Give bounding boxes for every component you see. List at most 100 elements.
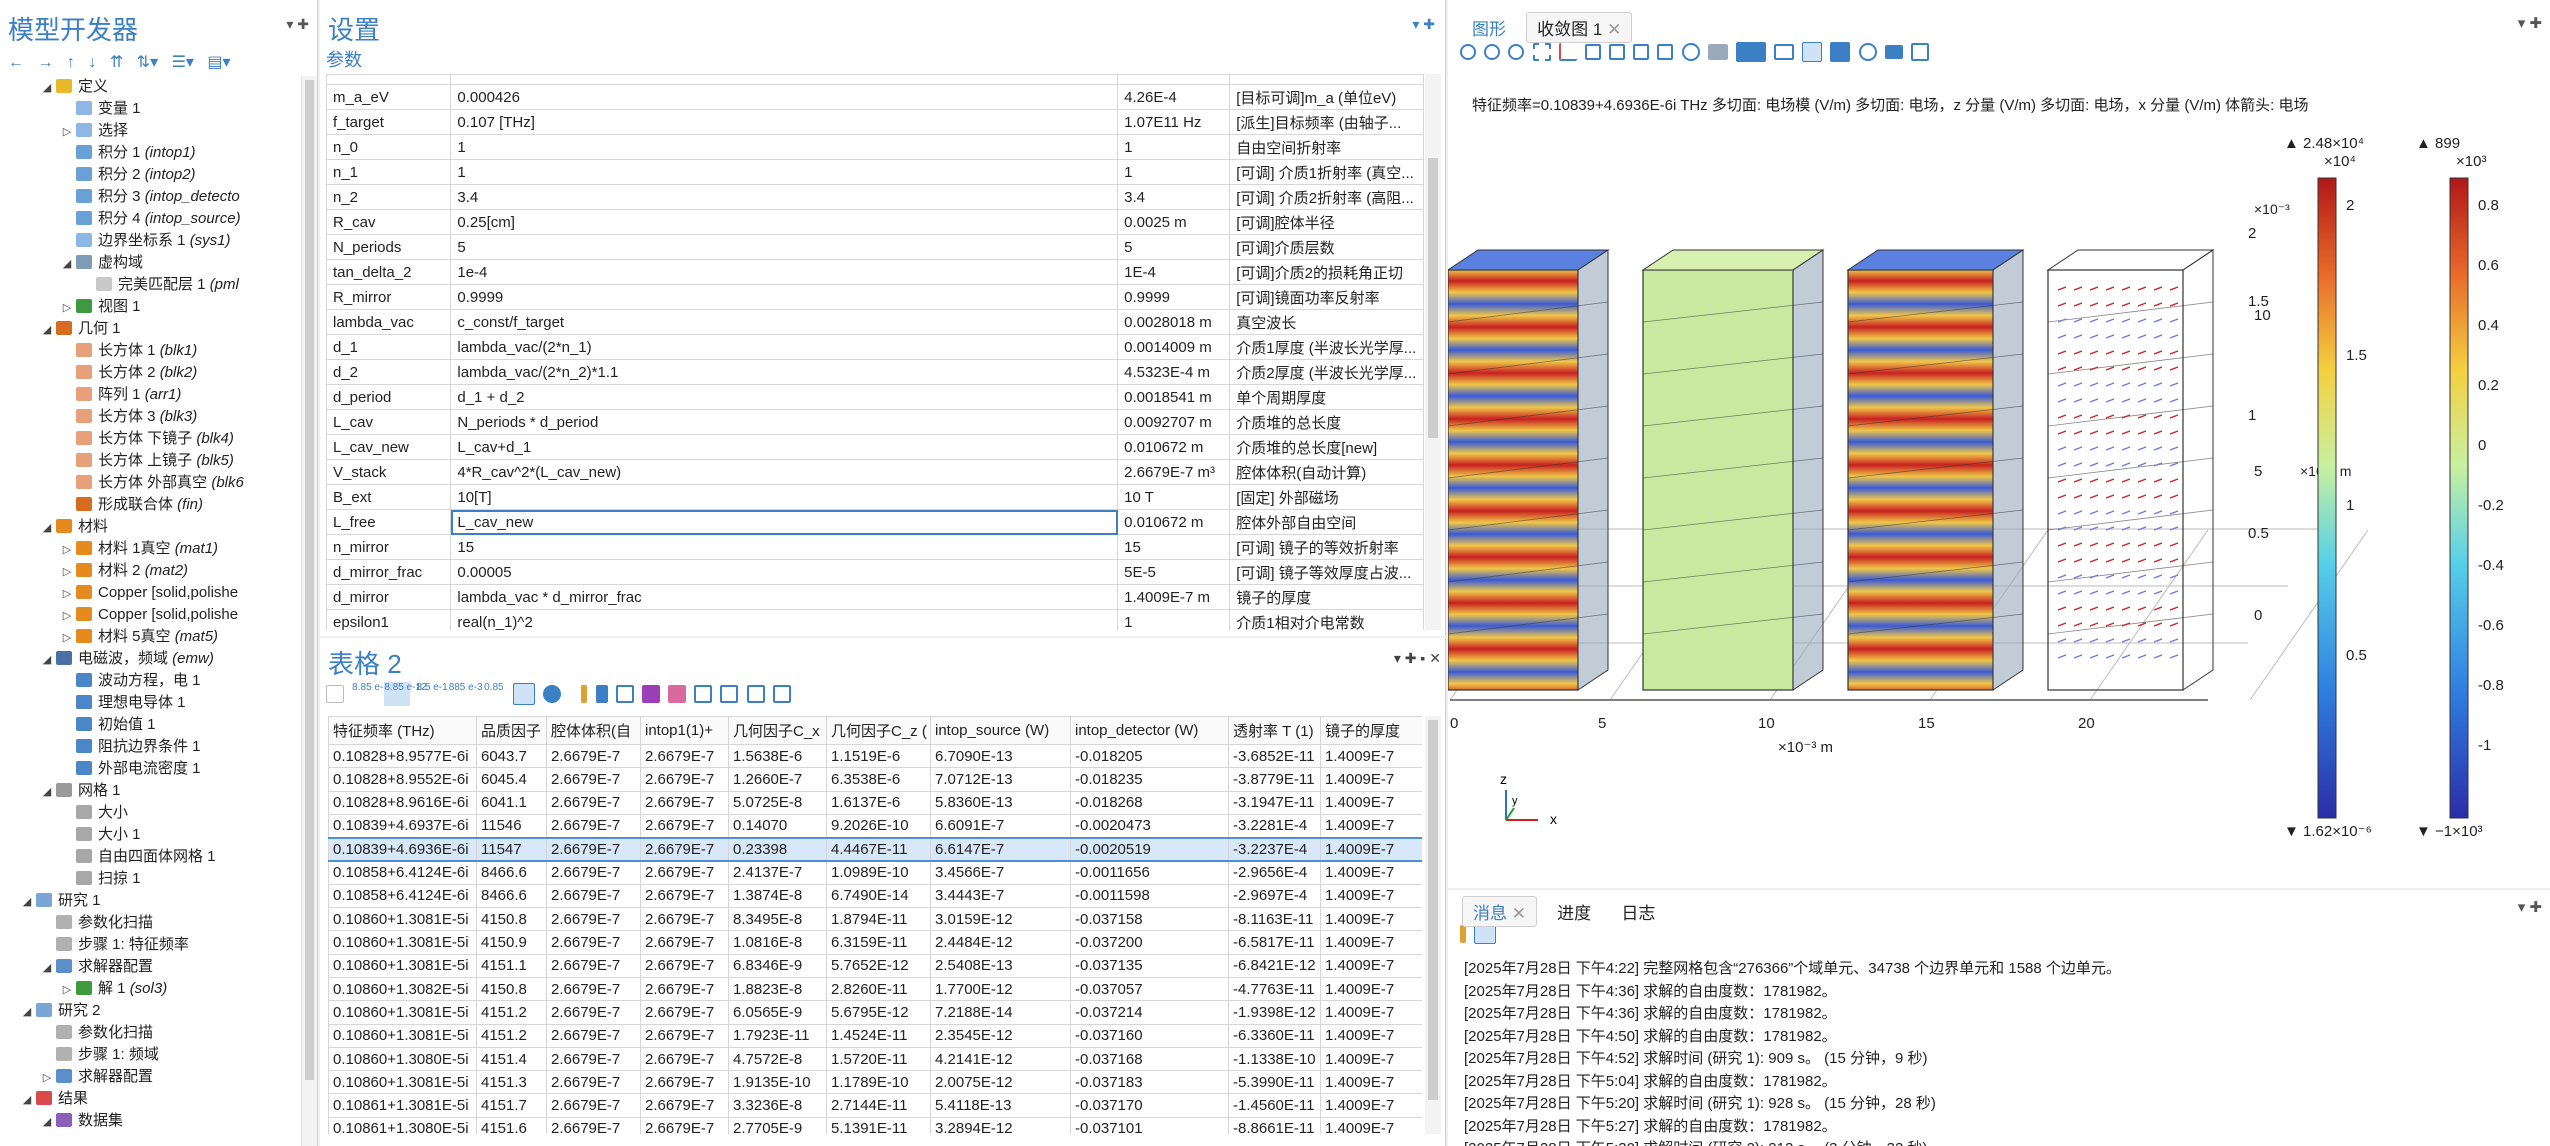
format-button-4[interactable]: 885 e-3 — [449, 682, 483, 706]
collapse-arrow-icon[interactable]: ◢ — [40, 319, 54, 341]
param-desc[interactable]: 介质1相对介电常数 — [1229, 609, 1424, 630]
view-icon[interactable]: ▤▾ — [207, 54, 230, 71]
param-desc[interactable]: [固定] 外部磁场 — [1229, 484, 1424, 510]
format-button-3[interactable]: 8.5 e-1 — [417, 682, 448, 706]
expand-arrow-icon[interactable]: ▷ — [40, 1067, 54, 1089]
expand-arrow-icon[interactable]: ▷ — [60, 121, 74, 143]
param-expr[interactable]: lambda_vac/(2*n_2)*1.1 — [450, 359, 1119, 385]
table-row[interactable]: 0.10858+6.4124E-6i 8466.6 2.6679E-7 2.6679E… — [328, 883, 1422, 909]
tree-node[interactable]: 变量 1 — [0, 98, 301, 120]
param-expr[interactable]: 0.107 [THz] — [450, 109, 1119, 135]
table-grid-icon[interactable] — [326, 685, 344, 703]
param-name[interactable]: N_periods — [326, 234, 452, 260]
table-row[interactable]: 0.10861+1.3080E-5i 4151.6 2.6679E-7 2.6679E… — [328, 1116, 1422, 1134]
collapse-arrow-icon[interactable]: ◢ — [20, 891, 34, 913]
param-desc[interactable]: [可调] 介质1折射率 (真空... — [1229, 159, 1424, 185]
param-expr[interactable]: 1e-4 — [450, 259, 1119, 285]
table-row[interactable]: 0.10828+8.9577E-6i 6043.7 2.6679E-7 2.6679E… — [328, 743, 1422, 769]
tree-node[interactable]: 完美匹配层 1 (pml — [0, 274, 301, 296]
param-name[interactable]: f_target — [326, 109, 452, 135]
param-row[interactable]: L_cav_new L_cav+d_1 0.010672 m 介质堆的总长度[new] — [326, 434, 1424, 460]
collapse-arrow-icon[interactable]: ◢ — [40, 957, 54, 979]
collapse-arrow-icon[interactable]: ◢ — [40, 1111, 54, 1133]
tree-node[interactable]: ◢ 几何 1 — [0, 318, 301, 340]
tree-node[interactable]: 步骤 1: 特征频率 — [0, 934, 301, 956]
param-desc[interactable]: [目标可调]m_a (单位eV) — [1229, 84, 1424, 110]
param-row[interactable]: R_mirror 0.9999 0.9999 [可调]镜面功率反射率 — [326, 284, 1424, 310]
copy-icon[interactable] — [694, 685, 713, 703]
close-icon[interactable]: ✕ — [1607, 20, 1621, 39]
param-expr[interactable]: 10[T] — [450, 484, 1119, 510]
tree-node[interactable]: 积分 1 (intop1) — [0, 142, 301, 164]
tree-node[interactable]: 参数化扫描 — [0, 912, 301, 934]
param-name[interactable]: R_cav — [326, 209, 452, 235]
param-row[interactable]: n_2 3.4 3.4 [可调] 介质2折射率 (高阻... — [326, 184, 1424, 210]
column-header[interactable]: 透射率 T (1) — [1228, 716, 1321, 745]
column-header[interactable]: 品质因子 — [476, 716, 547, 745]
param-expr[interactable]: 0.9999 — [450, 284, 1119, 310]
tree-node[interactable]: ◢ 网格 1 — [0, 780, 301, 802]
table-row[interactable]: 0.10828+8.9616E-6i 6041.1 2.6679E-7 2.6679E… — [328, 790, 1422, 815]
param-row[interactable]: N_periods 5 5 [可调]介质层数 — [326, 234, 1424, 260]
table-menu-icon[interactable] — [772, 685, 791, 703]
collapse-arrow-icon[interactable]: ◢ — [40, 77, 54, 99]
param-desc[interactable]: 介质堆的总长度 — [1229, 409, 1424, 435]
param-row[interactable]: B_ext 10[T] 10 T [固定] 外部磁场 — [326, 484, 1424, 510]
tree-node[interactable]: 长方体 外部真空 (blk6 — [0, 472, 301, 494]
tree-node[interactable]: 外部电流密度 1 — [0, 758, 301, 780]
param-row[interactable]: d_1 lambda_vac/(2*n_1) 0.0014009 m 介质1厚度 (半… — [326, 334, 1424, 360]
message-filter-icon[interactable] — [1474, 924, 1497, 944]
tree-node[interactable]: 长方体 3 (blk3) — [0, 406, 301, 428]
param-row[interactable]: d_mirror lambda_vac * d_mirror_frac 1.4009… — [326, 584, 1424, 610]
tree-node[interactable]: 理想电导体 1 — [0, 692, 301, 714]
tree-node[interactable]: ▷ 选择 — [0, 120, 301, 142]
tree-node[interactable]: ▷ Copper [solid,polishe — [0, 604, 301, 626]
param-name[interactable]: L_cav_new — [326, 434, 452, 460]
tree-node[interactable]: 边界坐标系 1 (sys1) — [0, 230, 301, 252]
tree-node[interactable]: ◢ 虚构域 — [0, 252, 301, 274]
table-row[interactable]: 0.10860+1.3082E-5i 4150.8 2.6679E-7 2.6679E… — [328, 976, 1422, 1002]
tree-node[interactable]: ◢ 定义 — [0, 76, 301, 98]
tree-node[interactable]: 长方体 上镜子 (blk5) — [0, 450, 301, 472]
layers-icon[interactable] — [1707, 44, 1728, 60]
tree-node[interactable]: ◢ 数据集 — [0, 1110, 301, 1132]
param-row[interactable]: n_0 1 1 自由空间折射率 — [326, 134, 1424, 160]
tree-node[interactable]: 长方体 下镜子 (blk4) — [0, 428, 301, 450]
tree-node[interactable]: 阻抗边界条件 1 — [0, 736, 301, 758]
param-row[interactable]: n_1 1 1 [可调] 介质1折射率 (真空... — [326, 159, 1424, 185]
tree-node[interactable]: 长方体 2 (blk2) — [0, 362, 301, 384]
up-icon[interactable]: ↑ — [67, 54, 75, 71]
param-expr[interactable]: real(n_1)^2 — [450, 609, 1119, 630]
param-expr[interactable]: L_cav_new — [450, 509, 1119, 535]
sort-icon[interactable]: ⇅▾ — [137, 54, 158, 71]
param-desc[interactable]: 介质堆的总长度[new] — [1229, 434, 1424, 460]
view-xy-icon[interactable] — [1584, 44, 1601, 60]
expand-arrow-icon[interactable]: ▷ — [60, 539, 74, 561]
param-desc[interactable]: 自由空间折射率 — [1229, 134, 1424, 160]
table-view-icon[interactable] — [513, 683, 536, 705]
rotate-icon[interactable] — [1681, 43, 1700, 61]
param-row[interactable]: d_2 lambda_vac/(2*n_2)*1.1 4.5323E-4 m 介质2厚… — [326, 359, 1424, 385]
params-scrollbar[interactable] — [1425, 74, 1441, 630]
tab-progress[interactable]: 进度 — [1547, 897, 1601, 926]
tree-node[interactable]: ▷ 材料 2 (mat2) — [0, 560, 301, 582]
tree-node[interactable]: 长方体 1 (blk1) — [0, 340, 301, 362]
settings-icon[interactable] — [746, 685, 765, 703]
param-name[interactable]: d_mirror — [326, 584, 452, 610]
tree-node[interactable]: 步骤 1: 频域 — [0, 1044, 301, 1066]
param-row[interactable]: lambda_vac c_const/f_target 0.0028018 m 真空波… — [326, 309, 1424, 335]
param-desc[interactable]: [可调]介质层数 — [1229, 234, 1424, 260]
param-name[interactable]: L_free — [326, 509, 452, 535]
tab-log[interactable]: 日志 — [1611, 897, 1665, 926]
table-row[interactable]: 0.10860+1.3081E-5i 4150.8 2.6679E-7 2.6679E… — [328, 907, 1422, 932]
tree-node[interactable]: ◢ 研究 2 — [0, 1000, 301, 1022]
param-name[interactable]: L_cav — [326, 409, 452, 435]
panel-menu-icon[interactable]: ▾ ✚ — [286, 16, 309, 33]
transparency-icon[interactable] — [1774, 44, 1795, 60]
table-row[interactable]: 0.10839+4.6937E-6i 11546 2.6679E-7 2.6679E-… — [328, 813, 1422, 839]
param-row[interactable]: m_a_eV 0.000426 4.26E-4 [目标可调]m_a (单位eV) — [326, 84, 1424, 110]
save-icon[interactable] — [720, 685, 739, 703]
table-row[interactable]: 0.10828+8.9552E-6i 6045.4 2.6679E-7 2.6679E… — [328, 767, 1422, 792]
tree-node[interactable]: 初始值 1 — [0, 714, 301, 736]
tree-node[interactable]: ◢ 材料 — [0, 516, 301, 538]
